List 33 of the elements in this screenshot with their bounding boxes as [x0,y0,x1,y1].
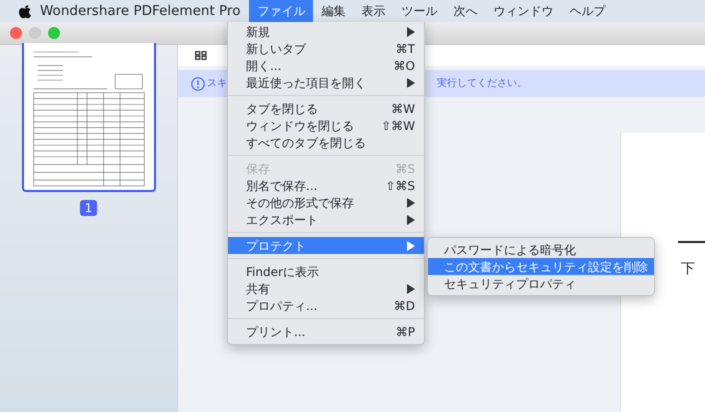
menu-item[interactable]: 最近使った項目を開く [228,74,424,91]
menu-item[interactable]: 別名で保存... ⇧⌘S [228,177,424,194]
menu-item[interactable]: エクスポート [228,211,424,228]
menu-bar-item[interactable]: ヘルプ [561,0,614,22]
apple-icon[interactable] [18,3,32,19]
menu-item[interactable]: すべてのタブを閉じる [228,134,424,151]
menu-item[interactable]: パスワードによる暗号化 [428,241,654,258]
banner-text: スキ [207,77,227,91]
info-icon [191,76,205,90]
menu-bar-item[interactable]: ツール [393,0,446,22]
menu-bar-item[interactable]: ファイル [249,0,314,22]
menu-bar-item[interactable]: 次へ [445,0,486,22]
menu-item[interactable]: 開く... ⌘O [228,57,424,74]
menu-item[interactable]: プロテクト [228,237,424,254]
menu-item[interactable]: その他の形式で保存 [228,194,424,211]
menu-item[interactable]: Finderに表示 [228,263,424,280]
banner-text: 実行してください。 [437,76,527,91]
menu-item[interactable]: プリント... ⌘P [228,323,424,340]
app-name-menu[interactable]: Wondershare PDFelement Pro [32,0,250,22]
document-text: 下 [681,260,696,279]
menu-bar-item[interactable]: 編集 [313,0,354,22]
menu-bar-item[interactable]: 表示 [353,0,394,22]
menu-item[interactable]: 共有 [228,280,424,297]
page-thumbnail[interactable] [22,43,156,192]
menu-bar-item[interactable]: ウィンドウ [485,0,562,22]
menu-item[interactable]: プロパティ... ⌘D [228,297,424,314]
menu-item[interactable]: ウィンドウを閉じる ⇧⌘W [228,117,424,134]
menu-item[interactable]: 新しいタブ ⌘T [228,40,424,57]
menu-item[interactable]: この文書からセキュリティ設定を削除 [428,258,654,275]
menu-item[interactable]: タブを閉じる ⌘W [228,100,424,117]
page-number-badge[interactable]: 1 [80,200,98,216]
menu-item[interactable]: セキュリティプロパティ [428,275,654,292]
grid-view-icon[interactable] [195,51,207,60]
